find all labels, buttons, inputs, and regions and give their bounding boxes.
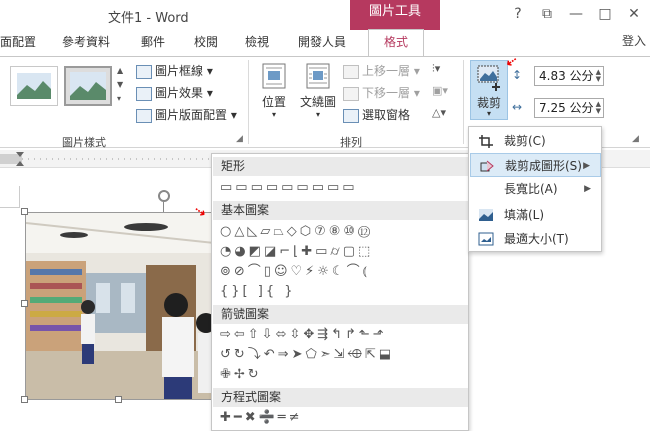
shape-row-rectangles[interactable]: ▭▭▭▭▭▭▭▭▭	[220, 179, 358, 197]
tab-mailings[interactable]: 郵件	[141, 33, 165, 50]
menu-item-aspect-ratio[interactable]: 長寬比(A) ▶	[470, 177, 601, 201]
shape-row-equation[interactable]: ✚━✖➗═≠	[220, 409, 303, 427]
fit-icon	[478, 232, 494, 246]
rotate-handle-icon[interactable]	[158, 190, 170, 202]
tab-developer[interactable]: 開發人員	[298, 33, 346, 50]
ribbon-tabs: 面配置 參考資料 郵件 校閱 檢視 開發人員	[0, 30, 650, 56]
rotate-button[interactable]: △▾	[432, 106, 446, 119]
gallery-scroll-arrows[interactable]: ▲ ▼ ▾	[117, 64, 123, 106]
tab-format[interactable]: 格式	[368, 29, 424, 57]
shape-row-arrows-2[interactable]: ↺↻⤵↶⇒➤⬠➣⇲⬲⇱⬓	[220, 346, 394, 364]
sign-in-link[interactable]: 登入	[622, 32, 646, 49]
picture-border-button[interactable]: 圖片框線 ▾	[136, 62, 213, 79]
tab-review[interactable]: 校閱	[194, 33, 218, 50]
crop-small-icon	[479, 135, 493, 148]
position-button[interactable]: 位置 ▾	[258, 62, 290, 119]
library-photo	[26, 213, 212, 399]
tab-layout[interactable]: 面配置	[0, 33, 36, 50]
menu-item-crop[interactable]: 裁剪(C)	[470, 129, 601, 153]
send-backward-button[interactable]: 下移一層 ▾	[343, 84, 420, 101]
bring-forward-button[interactable]: 上移一層 ▾	[343, 62, 420, 79]
height-field[interactable]: 4.83 公分 ▲ ▼	[534, 66, 604, 86]
submenu-arrow-icon: ▶	[583, 161, 590, 171]
submenu-arrow-icon: ▶	[584, 184, 591, 194]
tab-view[interactable]: 檢視	[245, 33, 269, 50]
maximize-button[interactable]: □	[595, 4, 615, 24]
picture-layout-button[interactable]: 圖片版面配置 ▾	[136, 106, 237, 123]
picture-layout-icon	[136, 108, 152, 123]
crop-to-shape-icon	[480, 160, 494, 172]
align-button[interactable]: ⫶▾	[432, 62, 440, 76]
group-label-arrange: 排列	[340, 136, 362, 149]
resize-handle[interactable]	[21, 396, 28, 403]
menu-item-crop-to-shape[interactable]: 裁剪成圖形(S) ▶	[470, 153, 601, 177]
shape-row-arrows-1[interactable]: ⇨⇦⇧⇩⬄⇳✥⇶↰↱⬑⬏	[220, 326, 387, 344]
close-button[interactable]: ✕	[624, 4, 644, 24]
shape-row-basic-3[interactable]: ⊚⊘⌒▯☺♡⚡☼☾⌒⦅	[220, 263, 370, 281]
send-backward-icon	[343, 86, 359, 101]
resize-handle[interactable]	[21, 208, 28, 215]
chevron-down-icon: ▾	[271, 110, 276, 119]
group-button[interactable]: ▣▾	[432, 84, 448, 97]
document-title: 文件1 - Word	[108, 11, 189, 26]
landscape-icon	[17, 73, 51, 99]
ribbon-display-options-icon[interactable]: ⧉	[537, 4, 557, 24]
tab-references[interactable]: 參考資料	[62, 33, 110, 50]
crop-button[interactable]: 裁剪 ▾	[470, 60, 508, 120]
selected-picture[interactable]	[25, 212, 213, 400]
category-header-rectangles: 矩形	[213, 157, 468, 176]
width-icon: ↔	[512, 100, 523, 114]
chevron-down-icon: ▾	[315, 110, 320, 119]
picture-style-thumb[interactable]	[10, 66, 58, 106]
picture-effects-icon	[136, 86, 152, 101]
height-icon: ↕	[512, 68, 523, 82]
category-header-basic: 基本圖案	[213, 201, 468, 220]
rotate-handle-stem	[163, 202, 164, 212]
minimize-button[interactable]: —	[566, 4, 586, 24]
group-label-picture-styles: 圖片樣式	[62, 136, 106, 149]
category-header-arrows: 箭號圖案	[213, 305, 468, 324]
shape-row-arrows-3[interactable]: ✙✢↻	[220, 366, 262, 384]
spin-arrows-icon[interactable]: ▲ ▼	[596, 101, 601, 115]
picture-border-icon	[136, 64, 152, 79]
group-separator	[463, 60, 464, 144]
category-header-equation: 方程式圖案	[213, 388, 468, 407]
picture-tools-context-label: 圖片工具	[350, 0, 440, 30]
page-margin-marker	[0, 186, 20, 208]
bring-forward-icon	[343, 64, 359, 79]
menu-item-fill[interactable]: 填滿(L)	[470, 203, 601, 227]
resize-handle[interactable]	[115, 396, 122, 403]
wrap-text-button[interactable]: 文繞圖 ▾	[298, 62, 338, 119]
shape-row-basic-1[interactable]: ○△◺▱⏢◇⬡⑦⑧⑩⑫	[220, 223, 373, 241]
group-separator	[248, 60, 249, 144]
spin-arrows-icon[interactable]: ▲ ▼	[596, 69, 601, 83]
dialog-launcher-icon[interactable]: ◢	[632, 134, 639, 144]
fill-icon	[479, 209, 493, 221]
selection-pane-icon	[343, 108, 359, 123]
shapes-gallery: 矩形 ▭▭▭▭▭▭▭▭▭ 基本圖案 ○△◺▱⏢◇⬡⑦⑧⑩⑫ ◔◕◩◪⌐⌊✚▭⌭▢…	[211, 153, 469, 431]
help-button[interactable]: ?	[508, 4, 528, 24]
position-icon	[262, 63, 286, 89]
width-field[interactable]: 7.25 公分 ▲ ▼	[534, 98, 604, 118]
menu-item-fit[interactable]: 最適大小(T)	[470, 227, 601, 251]
landscape-icon	[70, 72, 106, 100]
picture-style-thumb-selected[interactable]	[64, 66, 112, 106]
shape-row-basic-2[interactable]: ◔◕◩◪⌐⌊✚▭⌭▢⬚	[220, 243, 373, 261]
picture-effects-button[interactable]: 圖片效果 ▾	[136, 84, 213, 101]
selection-pane-button[interactable]: 選取窗格	[343, 106, 410, 123]
dialog-launcher-icon[interactable]: ◢	[236, 134, 243, 144]
crop-dropdown-menu: 裁剪(C) 裁剪成圖形(S) ▶ 長寬比(A) ▶ 填滿(L) 最適大小(T)	[468, 126, 602, 252]
shape-row-basic-4[interactable]: {}[ ]{ }	[220, 283, 296, 301]
chevron-down-icon: ▾	[486, 109, 491, 118]
crop-icon	[477, 65, 500, 91]
resize-handle[interactable]	[21, 300, 28, 307]
wrap-text-icon	[306, 63, 330, 89]
